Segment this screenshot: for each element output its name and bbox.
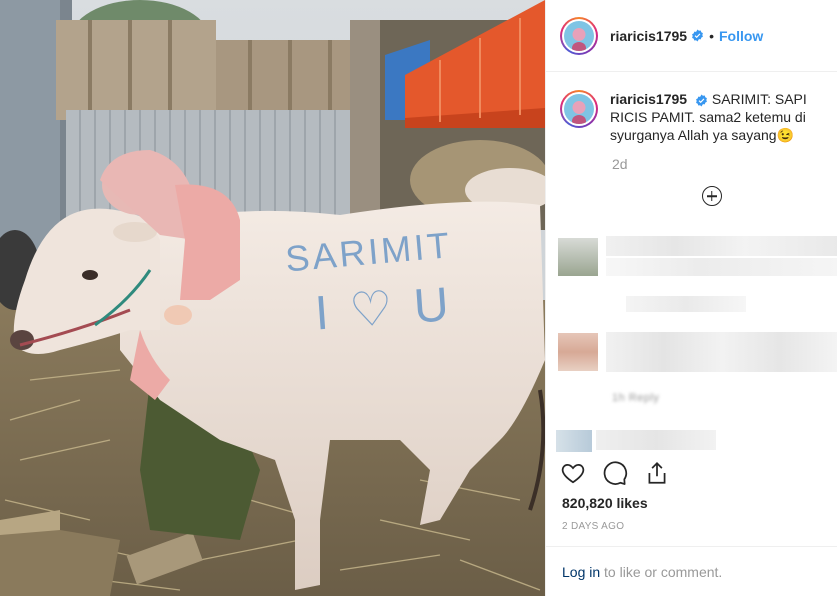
- comment-icon[interactable]: [602, 460, 630, 488]
- post-header: riaricis1795 • Follow: [546, 0, 837, 72]
- share-icon[interactable]: [644, 460, 672, 488]
- separator-dot: •: [709, 27, 714, 44]
- photo-scene: SARIMIT I ♡ U: [0, 0, 545, 596]
- action-bar: [560, 460, 672, 488]
- caption-time[interactable]: 2d: [612, 156, 837, 172]
- heart-icon[interactable]: [560, 460, 588, 488]
- verified-badge-icon: [691, 29, 704, 42]
- caption-verified-badge-icon: [695, 94, 708, 107]
- caption-text: riaricis1795 SARIMIT: SAPI RICIS PAMIT. …: [610, 90, 823, 144]
- caption-avatar[interactable]: [560, 90, 598, 128]
- follow-button[interactable]: Follow: [719, 28, 763, 44]
- caption: riaricis1795 SARIMIT: SAPI RICIS PAMIT. …: [546, 72, 837, 144]
- avatar[interactable]: [560, 16, 598, 55]
- login-prompt: Log in to like or comment.: [546, 546, 837, 596]
- post-photo[interactable]: SARIMIT I ♡ U: [0, 0, 545, 596]
- blurred-reply-text: 1h Reply: [612, 392, 660, 404]
- post-date: 2 DAYS AGO: [562, 521, 625, 532]
- add-comment-plus-icon[interactable]: [701, 186, 722, 206]
- login-suffix: to like or comment.: [600, 564, 723, 580]
- login-link[interactable]: Log in: [562, 564, 600, 580]
- caption-username[interactable]: riaricis1795: [610, 91, 687, 107]
- cow-text-line2: I ♡ U: [313, 278, 454, 340]
- username[interactable]: riaricis1795: [610, 28, 687, 44]
- likes-count[interactable]: 820,820 likes: [562, 495, 648, 511]
- post-panel: riaricis1795 • Follow riaricis1795 SARIM…: [545, 0, 837, 596]
